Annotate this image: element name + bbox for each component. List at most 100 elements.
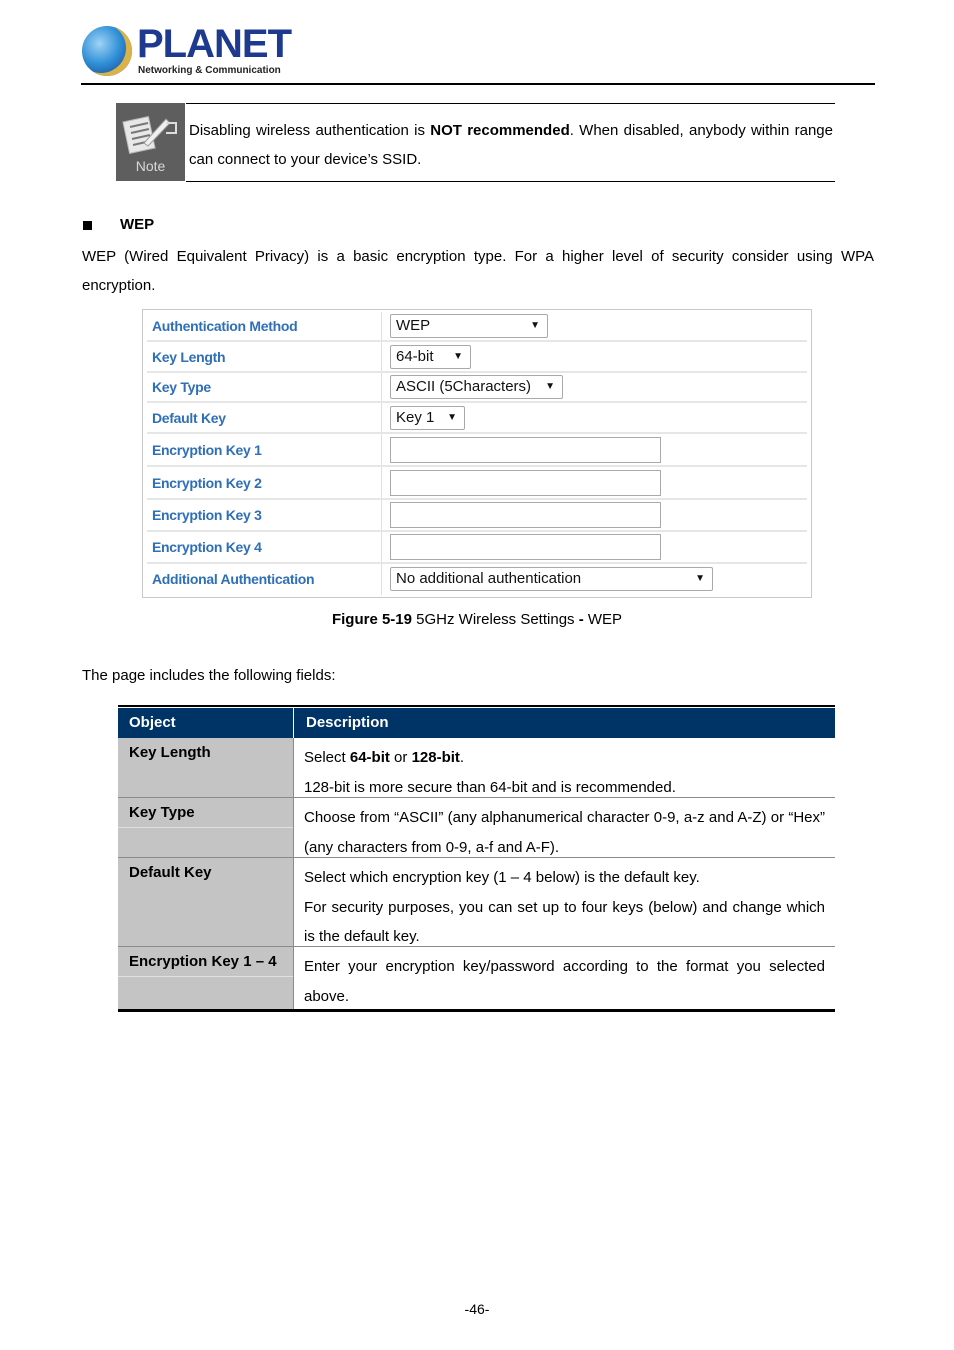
logo-wordmark: PLANET <box>137 22 292 66</box>
note-icon-label: Note <box>135 158 166 174</box>
fields-intro: The page includes the following fields: <box>82 667 336 684</box>
description-cell: Select which encryption key (1 – 4 below… <box>294 858 835 946</box>
note-callout: Note Disabling wireless authentication i… <box>116 103 835 182</box>
settings-select[interactable]: 64-bit ▼ <box>390 344 471 369</box>
column-divider <box>381 373 382 401</box>
encryption-key-input[interactable] <box>390 502 661 528</box>
settings-label: Default Key <box>152 409 226 426</box>
description-line: For security purposes, you can set up to… <box>304 893 825 952</box>
note-text-emphasis: NOT recommended <box>430 122 570 139</box>
settings-label: Additional Authentication <box>152 570 315 587</box>
column-divider <box>381 312 382 340</box>
description-cell: Choose from “ASCII” (any alphanumerical … <box>294 798 835 857</box>
description-emphasis: 128-bit <box>411 749 460 766</box>
description-emphasis: 64-bit <box>349 749 390 766</box>
select-value: Key 1 <box>396 408 435 426</box>
dropdown-arrow-icon[interactable]: ▼ <box>453 346 463 368</box>
section-bullet-icon <box>83 221 92 230</box>
description-text: For security purposes, you can set up to… <box>304 898 825 946</box>
dropdown-arrow-icon[interactable]: ▼ <box>695 568 705 590</box>
figure-title: 5GHz Wireless Settings <box>411 611 579 628</box>
select-value: ASCII (5Characters) <box>396 378 532 395</box>
settings-row: Encryption Key 4 <box>147 532 807 564</box>
page-header: PLANET Networking & Communication <box>81 20 875 85</box>
header-object: Object <box>118 708 294 738</box>
note-icon: Note <box>116 103 185 181</box>
settings-row: Key Type ASCII (5Characters) ▼ <box>147 373 807 403</box>
description-cell: Select 64-bit or 128-bit. 128-bit is more… <box>294 738 835 797</box>
column-divider <box>381 434 382 465</box>
description-cell: Enter your encryption key/password accor… <box>294 947 835 1009</box>
note-body: Disabling wireless authentication is NOT… <box>186 103 835 182</box>
settings-row: Default Key Key 1 ▼ <box>147 403 807 434</box>
wep-settings-panel: Authentication Method WEP ▼ Key Length 64-bi… <box>142 309 812 598</box>
cell-rule <box>118 976 293 977</box>
logo-tagline: Networking & Communication <box>138 65 281 76</box>
encryption-key-input[interactable] <box>390 436 661 463</box>
section-intro: WEP (Wired Equivalent Privacy) is a basi… <box>82 248 874 294</box>
description-text: . <box>459 749 465 766</box>
settings-row: Encryption Key 2 <box>147 467 807 500</box>
settings-select[interactable]: WEP ▼ <box>390 314 548 338</box>
description-line: Select which encryption key (1 – 4 below… <box>304 863 825 893</box>
column-divider <box>381 500 382 530</box>
table-row: Default Key Select which encryption key (… <box>118 858 835 947</box>
description-text: Select which encryption key (1 – 4 below… <box>304 869 700 886</box>
globe-icon <box>82 26 132 76</box>
settings-select[interactable]: No additional authentication ▼ <box>390 566 713 591</box>
figure-caption: Figure 5-19 5GHz Wireless Settings - WEP <box>0 611 954 628</box>
dropdown-arrow-icon[interactable]: ▼ <box>530 315 540 337</box>
table-body: Key Length Select 64-bit or 128-bit. 128-b… <box>118 738 835 1009</box>
object-name: Encryption Key 1 – 4 <box>129 953 277 970</box>
description-line: Choose from “ASCII” (any alphanumerical … <box>304 803 825 862</box>
object-cell: Encryption Key 1 – 4 <box>118 947 294 1009</box>
figure-number: Figure 5-19 <box>331 611 412 628</box>
settings-label: Encryption Key 4 <box>152 539 262 555</box>
settings-row: Encryption Key 1 <box>147 434 807 467</box>
object-cell: Key Length <box>118 738 294 797</box>
settings-label: Key Length <box>152 348 226 365</box>
page-number: -46- <box>464 1301 490 1317</box>
settings-label: Authentication Method <box>152 318 298 334</box>
description-text: Enter your encryption key/password accor… <box>304 958 825 1005</box>
settings-row: Key Length 64-bit ▼ <box>147 342 807 373</box>
table-top-rule <box>118 705 835 707</box>
description-text: Choose from “ASCII” (any alphanumerical … <box>304 809 825 856</box>
settings-select[interactable]: ASCII (5Characters) ▼ <box>390 375 563 399</box>
settings-label: Encryption Key 1 <box>152 441 262 458</box>
note-text-part: Disabling wireless authentication is <box>189 122 431 139</box>
description-text: 128-bit is more secure than 64-bit and i… <box>304 778 676 796</box>
select-value: 64-bit <box>396 347 434 365</box>
settings-label: Encryption Key 3 <box>152 507 262 523</box>
object-name: Default Key <box>129 864 212 881</box>
note-text: Disabling wireless authentication is NOT… <box>189 116 833 174</box>
object-cell: Default Key <box>118 858 294 946</box>
cell-rule <box>118 827 293 828</box>
column-divider <box>381 403 382 432</box>
description-line: Enter your encryption key/password accor… <box>304 952 825 1011</box>
description-line: Select 64-bit or 128-bit. <box>304 743 825 773</box>
table-header: Object Description <box>118 708 835 738</box>
settings-label: Key Type <box>152 379 211 395</box>
dropdown-arrow-icon[interactable]: ▼ <box>545 376 555 398</box>
fields-table: Object Description Key Length Select 64-b… <box>118 705 835 1012</box>
section-title: WEP <box>120 216 155 233</box>
encryption-key-input[interactable] <box>390 469 661 496</box>
table-row: Encryption Key 1 – 4 Enter your encryptio… <box>118 947 835 1009</box>
column-divider <box>381 342 382 371</box>
object-cell: Key Type <box>118 798 294 857</box>
object-name: Key Length <box>129 744 211 761</box>
dropdown-arrow-icon[interactable]: ▼ <box>447 407 457 429</box>
settings-row: Encryption Key 3 <box>147 500 807 532</box>
column-divider <box>381 467 382 498</box>
settings-row: Authentication Method WEP ▼ <box>147 312 807 342</box>
encryption-key-input[interactable] <box>390 534 661 560</box>
column-divider <box>381 532 382 562</box>
settings-select[interactable]: Key 1 ▼ <box>390 405 465 430</box>
settings-row: Additional Authentication No additional a… <box>147 564 807 595</box>
select-value: No additional authentication <box>396 569 582 587</box>
header-description: Description <box>306 714 389 731</box>
notepad-pen-icon <box>122 116 177 154</box>
table-row: Key Type Choose from “ASCII” (any alphanu… <box>118 798 835 858</box>
settings-label: Encryption Key 2 <box>152 474 262 491</box>
